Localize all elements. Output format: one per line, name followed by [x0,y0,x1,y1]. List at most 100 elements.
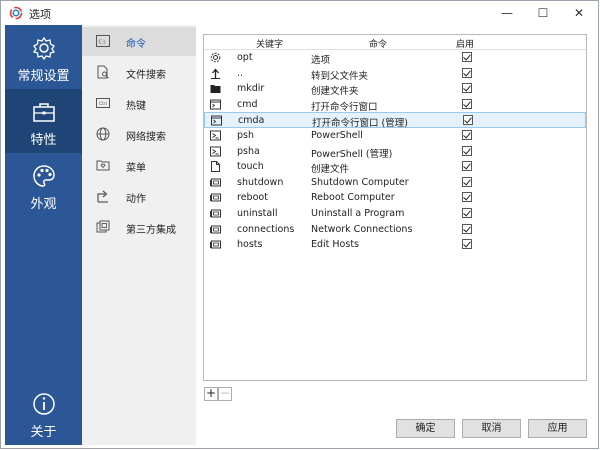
subnav-item-menu[interactable]: 菜单 [82,151,196,180]
table-row[interactable]: mkdir 创建文件夹 [204,81,586,97]
row-command: 创建文件 [311,164,350,176]
enabled-checkbox[interactable] [462,239,472,250]
title-bar: 选项 — ☐ ✕ [1,1,598,25]
row-keyword: psha [237,145,260,157]
row-command: PowerShell (管理) [311,148,393,160]
enabled-checkbox[interactable] [462,52,472,62]
enabled-checkbox[interactable] [462,208,472,218]
nav-about-label: 关于 [30,425,57,440]
folder-icon [210,85,221,94]
table-row[interactable]: .. 转到父文件夹 [204,66,586,82]
row-command: 转到父文件夹 [311,70,369,82]
action-icon [97,190,108,203]
row-command: 选项 [311,55,331,66]
nav-features[interactable]: 特性 [5,89,82,153]
command-icon: C:\ [96,35,110,47]
row-keyword: mkdir [237,83,265,95]
subnav-item-file-search[interactable]: 文件搜索 [82,58,196,87]
table-row[interactable]: reboot Reboot Computer [204,190,586,206]
nav-general-label: 常规设置 [17,69,70,84]
remove-row-button[interactable]: − [218,387,232,401]
subnav-label: 菜单 [126,163,146,174]
powershell-icon [210,146,221,157]
row-command: Network Connections [311,223,413,235]
cmd-window-icon [211,115,222,126]
subnav-item-integrations[interactable]: 第三方集成 [82,213,196,242]
enabled-checkbox[interactable] [462,130,472,140]
nav-about[interactable]: 关于 [5,381,82,445]
table-row[interactable]: opt 选项 [204,50,586,66]
row-keyword: uninstall [237,208,278,219]
cancel-button[interactable]: 取消 [462,419,521,438]
header-enabled[interactable]: 启用 [456,37,474,50]
window-title: 选项 [29,8,51,21]
row-keyword: opt [237,52,253,63]
row-command: PowerShell [311,130,363,141]
table-row[interactable]: psha PowerShell (管理) [204,144,586,160]
enabled-checkbox[interactable] [462,161,472,172]
enabled-checkbox[interactable] [462,145,472,156]
add-row-button[interactable]: + [204,387,218,401]
subnav-label: 动作 [126,194,146,205]
row-keyword: reboot [237,192,268,204]
apply-button[interactable]: 应用 [528,419,587,438]
close-button[interactable]: ✕ [561,1,597,25]
table-row[interactable]: cmd 打开命令行窗口 [204,97,586,113]
enabled-checkbox[interactable] [463,115,473,126]
row-keyword: connections [237,223,295,235]
enabled-checkbox[interactable] [462,176,472,187]
nav-appearance-label: 外观 [30,197,57,212]
menu-icon [96,160,110,171]
enabled-checkbox[interactable] [462,67,472,78]
row-keyword: psh [237,130,255,141]
gear-icon [210,52,221,63]
table-row[interactable]: cmda 打开命令行窗口 (管理) [204,112,586,129]
row-keyword: hosts [237,239,263,251]
table-row[interactable]: connections Network Connections [204,222,586,238]
subnav-label: 文件搜索 [126,70,166,81]
table-row[interactable]: hosts Edit Hosts [204,237,586,253]
table-header: 关键字 命令 启用 [204,35,586,50]
palette-icon [33,165,55,187]
header-command[interactable]: 命令 [369,37,387,50]
system-icon [210,178,221,187]
table-row[interactable]: psh PowerShell [204,128,586,144]
minimize-button[interactable]: — [489,1,525,25]
system-icon [210,193,221,202]
row-command: Shutdown Computer [311,176,409,188]
subnav-item-actions[interactable]: 动作 [82,182,196,211]
table-row[interactable]: shutdown Shutdown Computer [204,175,586,191]
row-command: 创建文件夹 [311,86,359,98]
powershell-icon [210,130,221,141]
row-command: Edit Hosts [311,239,359,251]
system-icon [210,225,221,234]
header-keyword[interactable]: 关键字 [256,37,283,50]
maximize-button[interactable]: ☐ [525,1,561,25]
commands-table: 关键字 命令 启用 opt 选项.. 转到父文件夹 mkdir 创建文件夹 cmd 打开命令… [203,34,587,381]
svg-text:Ctrl: Ctrl [99,101,107,107]
row-command: 打开命令行窗口 [311,101,378,113]
row-command: Uninstall a Program [311,208,405,219]
row-keyword: touch [237,161,264,173]
subnav-item-hotkeys[interactable]: Ctrl 热键 [82,89,196,118]
subnav-item-web-search[interactable]: 网络搜索 [82,120,196,149]
enabled-checkbox[interactable] [462,83,472,94]
nav-general[interactable]: 常规设置 [5,25,82,89]
table-row[interactable]: uninstall Uninstall a Program [204,206,586,222]
subnav-label: 命令 [126,39,146,50]
svg-text:C:\: C:\ [99,40,106,46]
enabled-checkbox[interactable] [462,223,472,234]
enabled-checkbox[interactable] [462,192,472,203]
subnav-label: 热键 [126,101,146,112]
table-row[interactable]: touch 创建文件 [204,159,586,175]
globe-icon [96,127,110,141]
subnav-item-commands[interactable]: C:\ 命令 [82,27,196,56]
options-window: 选项 — ☐ ✕ 常规设置 特性 外观 关于 C:\ 命令 文件搜索 Ctrl … [0,0,599,449]
enabled-checkbox[interactable] [462,98,472,109]
nav-appearance[interactable]: 外观 [5,153,82,217]
cmd-window-icon [210,99,221,110]
ok-button[interactable]: 确定 [396,419,455,438]
gear-icon [32,36,56,61]
nav-features-label: 特性 [30,133,57,148]
integration-icon [96,220,110,233]
